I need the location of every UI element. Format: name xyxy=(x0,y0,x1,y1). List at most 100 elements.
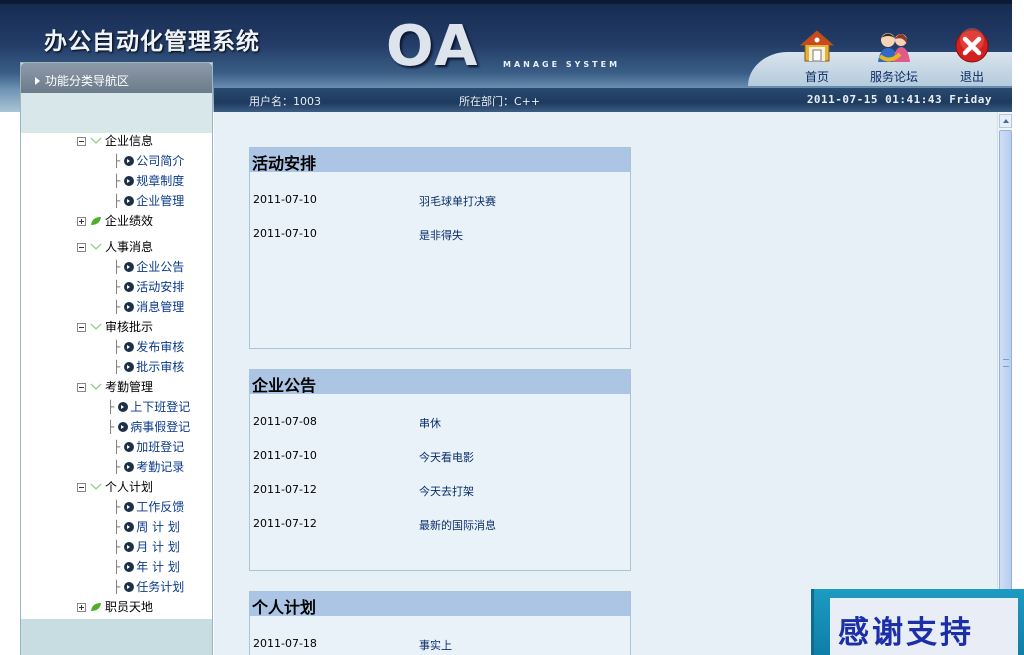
sidebar-header[interactable]: 功能分类导航区 xyxy=(21,63,212,93)
tree-item-label[interactable]: 发布审核 xyxy=(136,340,184,354)
item-link[interactable]: 是非得失 xyxy=(419,227,463,243)
exit-button[interactable]: 退出 xyxy=(942,28,1002,85)
tree-item-label[interactable]: 加班登记 xyxy=(136,440,184,454)
tree-connector: ├ xyxy=(113,360,121,374)
leaf-icon xyxy=(91,217,101,225)
tree-item[interactable]: ├ 发布审核 xyxy=(113,339,184,356)
panel-title: 企业公告 xyxy=(250,370,630,395)
tree-category-label: 考勤管理 xyxy=(105,380,154,394)
tree-connector: ├ xyxy=(113,560,121,574)
panel-title: 活动安排 xyxy=(250,148,630,173)
tree-category[interactable]: 审核批示 xyxy=(77,319,153,336)
tree-connector: ├ xyxy=(107,400,115,414)
datetime-display: 2011-07-15 01:41:43 Friday xyxy=(806,93,992,106)
tree-category[interactable]: 企业信息 xyxy=(77,133,153,150)
tree-item-label[interactable]: 活动安排 xyxy=(136,280,184,294)
tree-item-label[interactable]: 上下班登记 xyxy=(130,400,190,414)
item-date: 2011-07-10 xyxy=(253,449,317,462)
item-link[interactable]: 串休 xyxy=(419,415,441,431)
arrow-circle-icon xyxy=(124,362,135,372)
tree-category-label: 企业信息 xyxy=(105,134,154,148)
chevron-down-icon xyxy=(90,323,102,330)
tree-item-label[interactable]: 年 计 划 xyxy=(136,560,180,574)
arrow-circle-icon xyxy=(124,302,135,312)
list-item: 2011-07-12 今天去打架 xyxy=(253,483,623,499)
tree-item[interactable]: ├ 年 计 划 xyxy=(113,559,180,576)
system-title: 办公自动化管理系统 xyxy=(44,29,260,55)
tree-item-label[interactable]: 周 计 划 xyxy=(136,520,180,534)
arrow-circle-icon xyxy=(124,156,135,166)
list-item: 2011-07-10 今天看电影 xyxy=(253,449,623,465)
tree-item[interactable]: ├ 加班登记 xyxy=(113,439,184,456)
tree-item[interactable]: ├ 活动安排 xyxy=(113,279,184,296)
item-link[interactable]: 最新的国际消息 xyxy=(419,517,496,533)
list-item: 2011-07-10 羽毛球单打决赛 xyxy=(253,193,623,209)
item-link[interactable]: 事实上 xyxy=(419,637,452,653)
nav-tree: 企业信息 ├ 公司简介 ├ 规章制度 ├ 企业管理 企业绩效 人事消息 ├ 企业公告 ├ 活动安排 ├ 消息… xyxy=(21,133,212,619)
item-date: 2011-07-18 xyxy=(253,637,317,650)
expand-icon[interactable] xyxy=(77,603,86,612)
activity-panel: 活动安排 2011-07-10 羽毛球单打决赛 2011-07-10 是非得失 xyxy=(249,147,631,349)
tree-item[interactable]: ├ 企业公告 xyxy=(113,259,184,276)
list-item: 2011-07-12 最新的国际消息 xyxy=(253,517,623,533)
tree-category[interactable]: 职员天地 xyxy=(77,599,153,616)
tree-item-label[interactable]: 消息管理 xyxy=(136,300,184,314)
tree-item[interactable]: ├ 规章制度 xyxy=(113,173,184,190)
tree-connector: ├ xyxy=(107,420,115,434)
list-item: 2011-07-18 事实上 xyxy=(253,637,623,653)
vertical-scrollbar[interactable] xyxy=(997,112,1012,655)
tree-item-label[interactable]: 月 计 划 xyxy=(136,540,180,554)
tree-item[interactable]: ├ 考勤记录 xyxy=(113,459,184,476)
arrow-circle-icon xyxy=(124,282,135,292)
tree-item[interactable]: ├ 任务计划 xyxy=(113,579,184,596)
tree-item[interactable]: ├ 公司简介 xyxy=(113,153,184,170)
sidebar-spacer xyxy=(21,93,212,133)
home-button[interactable]: 首页 xyxy=(787,28,847,85)
tree-item[interactable]: ├ 月 计 划 xyxy=(113,539,180,556)
item-link[interactable]: 今天去打架 xyxy=(419,483,474,499)
tree-item[interactable]: ├ 工作反馈 xyxy=(113,499,184,516)
collapse-icon[interactable] xyxy=(77,243,86,252)
tree-connector: ├ xyxy=(113,174,121,188)
tree-item-label[interactable]: 批示审核 xyxy=(136,360,184,374)
tree-category-label: 职员天地 xyxy=(105,600,154,614)
tree-item[interactable]: ├ 上下班登记 xyxy=(107,399,190,416)
house-icon xyxy=(799,30,835,62)
tree-item-label[interactable]: 工作反馈 xyxy=(136,500,184,514)
scroll-thumb[interactable] xyxy=(999,130,1012,600)
tree-category[interactable]: 考勤管理 xyxy=(77,379,153,396)
tree-category[interactable]: 个人计划 xyxy=(77,479,153,496)
collapse-icon[interactable] xyxy=(77,323,86,332)
exit-button-label: 退出 xyxy=(959,70,984,84)
collapse-icon[interactable] xyxy=(77,483,86,492)
tree-item-label[interactable]: 任务计划 xyxy=(136,580,184,594)
arrow-circle-icon xyxy=(124,582,135,592)
collapse-icon[interactable] xyxy=(77,383,86,392)
sidebar-footer xyxy=(21,619,212,655)
tree-item-label[interactable]: 规章制度 xyxy=(136,174,184,188)
tree-category[interactable]: 企业绩效 xyxy=(77,213,153,230)
user-label: 用户名：1003 xyxy=(249,95,321,108)
collapse-icon[interactable] xyxy=(77,137,86,146)
arrow-circle-icon xyxy=(124,262,135,272)
expand-icon[interactable] xyxy=(77,217,86,226)
tree-item[interactable]: ├ 周 计 划 xyxy=(113,519,180,536)
tree-item[interactable]: ├ 消息管理 xyxy=(113,299,184,316)
tree-category[interactable]: 人事消息 xyxy=(77,239,153,256)
scroll-up-button[interactable] xyxy=(999,114,1012,128)
home-button-label: 首页 xyxy=(804,70,829,84)
tree-item[interactable]: ├ 企业管理 xyxy=(113,193,184,210)
forum-button[interactable]: 服务论坛 xyxy=(864,28,924,85)
arrow-circle-icon xyxy=(124,442,135,452)
item-link[interactable]: 今天看电影 xyxy=(419,449,474,465)
tree-connector: ├ xyxy=(113,340,121,354)
department-label: 所在部门：C++ xyxy=(459,95,541,108)
tree-item-label[interactable]: 考勤记录 xyxy=(136,460,184,474)
tree-item[interactable]: ├ 批示审核 xyxy=(113,359,184,376)
tree-item-label[interactable]: 公司简介 xyxy=(136,154,184,168)
tree-item[interactable]: ├ 病事假登记 xyxy=(107,419,190,436)
tree-item-label[interactable]: 病事假登记 xyxy=(130,420,190,434)
item-link[interactable]: 羽毛球单打决赛 xyxy=(419,193,496,209)
tree-item-label[interactable]: 企业公告 xyxy=(136,260,184,274)
tree-item-label[interactable]: 企业管理 xyxy=(136,194,184,208)
